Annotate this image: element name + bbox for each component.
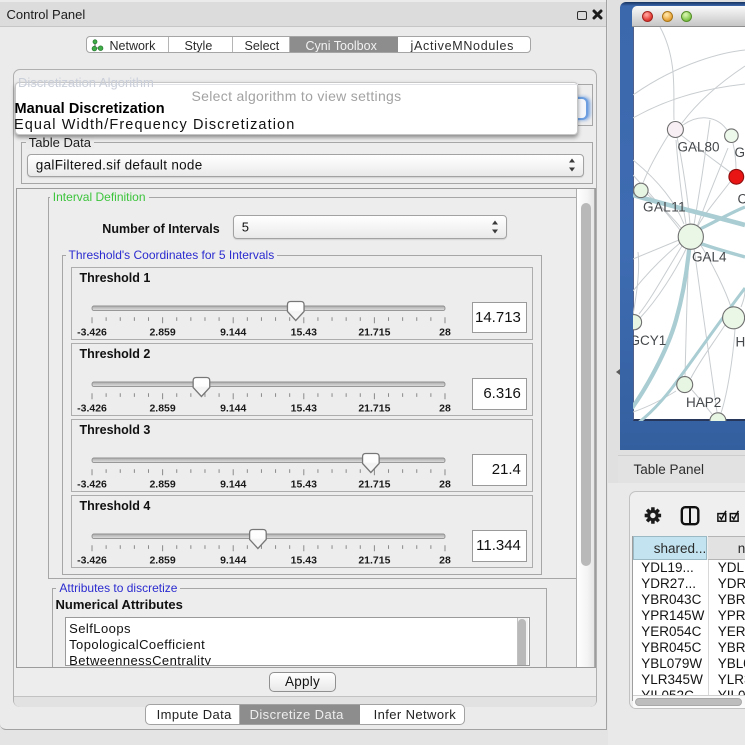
svg-text:-3.426: -3.426 xyxy=(77,328,107,339)
svg-text:21.715: 21.715 xyxy=(358,328,390,339)
svg-text:28: 28 xyxy=(439,556,451,567)
svg-text:GAL4: GAL4 xyxy=(692,250,727,265)
svg-text:H: H xyxy=(736,335,745,350)
svg-text:15.43: 15.43 xyxy=(290,556,316,567)
svg-text:GAL11: GAL11 xyxy=(643,200,686,215)
svg-text:9.144: 9.144 xyxy=(220,556,246,567)
svg-text:28: 28 xyxy=(439,328,451,339)
svg-text:HAP2: HAP2 xyxy=(686,395,721,410)
svg-text:15.43: 15.43 xyxy=(290,328,316,339)
svg-text:15.43: 15.43 xyxy=(290,480,316,491)
svg-text:9.144: 9.144 xyxy=(220,328,246,339)
svg-text:21.715: 21.715 xyxy=(358,404,390,415)
svg-text:28: 28 xyxy=(439,404,451,415)
svg-text:15.43: 15.43 xyxy=(290,404,316,415)
svg-text:2.859: 2.859 xyxy=(149,328,175,339)
svg-text:21.715: 21.715 xyxy=(358,556,390,567)
svg-text:9.144: 9.144 xyxy=(220,480,246,491)
svg-text:GAL80: GAL80 xyxy=(678,140,720,155)
svg-text:C: C xyxy=(738,192,745,207)
svg-text:2.859: 2.859 xyxy=(149,556,175,567)
svg-text:2.859: 2.859 xyxy=(149,480,175,491)
svg-text:9.144: 9.144 xyxy=(220,404,246,415)
svg-text:-3.426: -3.426 xyxy=(77,556,107,567)
svg-text:-3.426: -3.426 xyxy=(77,480,107,491)
svg-text:-3.426: -3.426 xyxy=(77,404,107,415)
svg-text:2.859: 2.859 xyxy=(149,404,175,415)
svg-text:28: 28 xyxy=(439,480,451,491)
svg-text:GA: GA xyxy=(735,145,745,160)
svg-text:GCY1: GCY1 xyxy=(633,333,666,348)
svg-text:21.715: 21.715 xyxy=(358,480,390,491)
